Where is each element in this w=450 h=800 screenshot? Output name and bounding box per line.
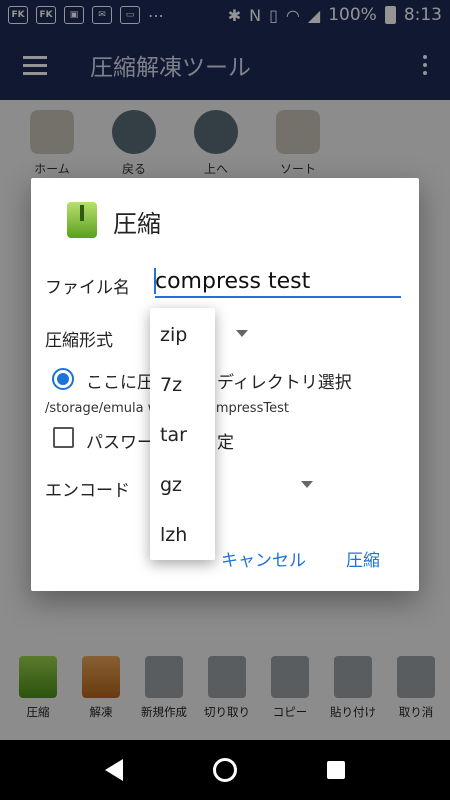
compress-dialog: 圧縮 ファイル名 圧縮形式 ここに圧 ディレクトリ選択 /storage/emu… — [31, 178, 419, 591]
encode-dropdown-arrow-icon[interactable] — [301, 481, 313, 488]
format-option-zip[interactable]: zip — [150, 310, 215, 360]
format-dropdown-arrow-icon[interactable] — [236, 330, 248, 337]
format-option-lzh[interactable]: lzh — [150, 510, 215, 560]
recents-square-icon[interactable] — [327, 761, 345, 779]
home-circle-icon[interactable] — [213, 758, 237, 782]
text-caret — [154, 268, 156, 294]
password-label: パスワー — [86, 433, 154, 453]
compress-here-radio[interactable] — [52, 368, 74, 390]
format-label: 圧縮形式 — [45, 331, 113, 351]
format-dropdown-list: zip 7z tar gz lzh — [150, 308, 215, 560]
cancel-button[interactable]: キャンセル — [221, 546, 306, 571]
password-checkbox[interactable] — [53, 427, 74, 448]
encode-label: エンコード — [45, 481, 130, 501]
system-nav-bar — [0, 740, 450, 800]
select-directory-option[interactable]: ディレクトリ選択 — [217, 368, 352, 393]
filename-input[interactable] — [155, 266, 401, 298]
compress-button[interactable]: 圧縮 — [346, 546, 380, 571]
format-option-7z[interactable]: 7z — [150, 360, 215, 410]
compress-here-label: ここに圧 — [86, 373, 154, 393]
format-option-gz[interactable]: gz — [150, 460, 215, 510]
zip-file-icon — [67, 202, 97, 238]
password-label-suffix: 定 — [217, 433, 234, 453]
filename-label: ファイル名 — [45, 278, 130, 298]
dialog-title: 圧縮 — [113, 210, 161, 238]
back-triangle-icon[interactable] — [105, 759, 123, 781]
format-option-tar[interactable]: tar — [150, 410, 215, 460]
